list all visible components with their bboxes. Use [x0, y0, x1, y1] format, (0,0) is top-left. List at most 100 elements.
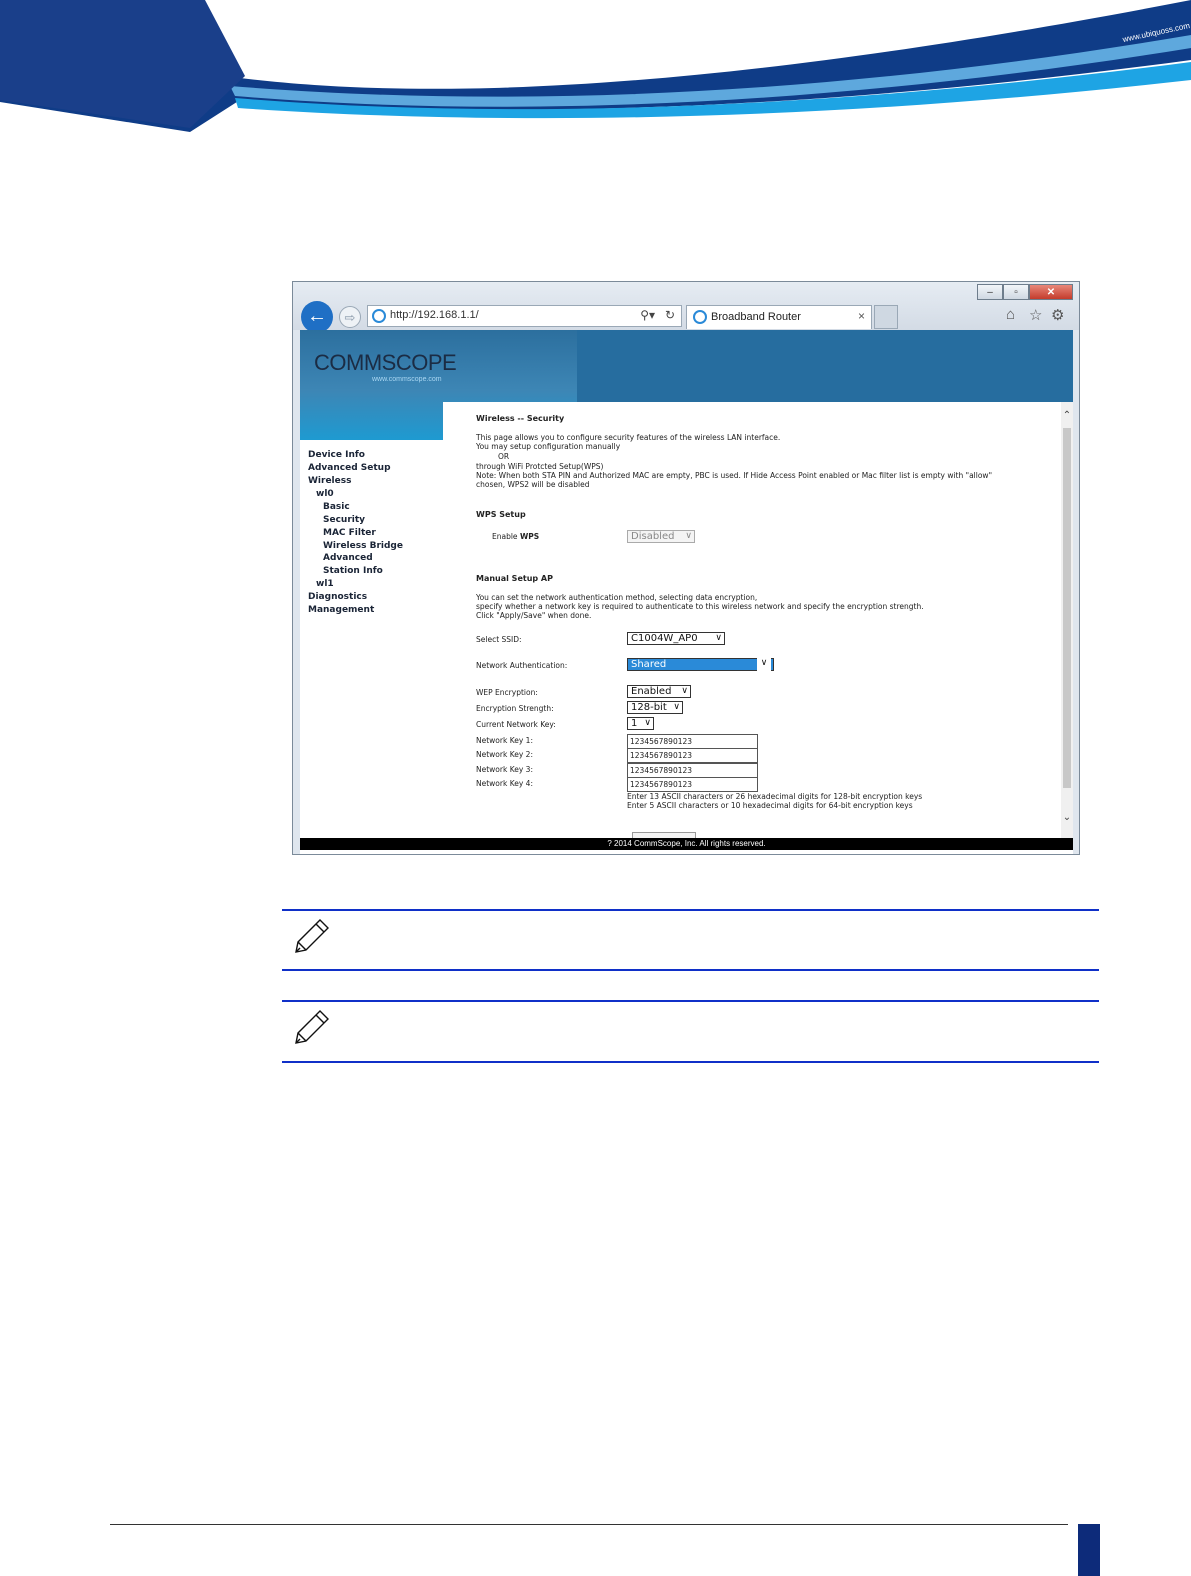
address-url: http://192.168.1.1/ [390, 309, 479, 321]
nav-advanced[interactable]: Advanced [323, 553, 373, 563]
scroll-up-icon[interactable]: ⌃ [1061, 410, 1073, 421]
maximize-button[interactable]: ▫ [1003, 284, 1029, 300]
wps-label-bold: WPS [519, 532, 540, 541]
nav-mac-filter[interactable]: MAC Filter [323, 528, 376, 538]
intro-line: through WiFi Protcted Setup(WPS) [476, 462, 604, 471]
back-button[interactable]: ← [301, 301, 333, 333]
network-key-4-input[interactable]: 1234567890123 [627, 777, 758, 792]
wep-value: Enabled [631, 686, 672, 697]
note-top-rule [282, 1000, 1099, 1002]
pencil-icon [295, 919, 329, 953]
network-key-1-label: Network Key 1: [476, 736, 533, 745]
nav-advanced-setup[interactable]: Advanced Setup [308, 463, 391, 473]
security-content: Wireless -- Security This page allows yo… [443, 402, 1061, 843]
key-hint-64: Enter 5 ASCII characters or 10 hexadecim… [627, 801, 913, 810]
manual-desc: Click "Apply/Save" when done. [476, 611, 592, 620]
nav-security[interactable]: Security [323, 515, 365, 525]
auth-value: Shared [631, 659, 667, 670]
logo-subtitle: www.commscope.com [372, 376, 442, 383]
minimize-button[interactable]: – [977, 284, 1003, 300]
chevron-down-icon: ∨ [685, 531, 692, 541]
network-key-4-label: Network Key 4: [476, 779, 533, 788]
scroll-down-icon[interactable]: ⌄ [1061, 812, 1073, 823]
wps-select: Disabled ∨ [627, 530, 695, 543]
ssid-select[interactable]: C1004W_AP0 ∨ [627, 632, 725, 645]
note-top-rule [282, 909, 1099, 911]
chevron-down-icon: ∨ [673, 702, 680, 713]
wep-select[interactable]: Enabled ∨ [627, 685, 691, 698]
strength-label: Encryption Strength: [476, 704, 554, 713]
network-key-1-input[interactable]: 1234567890123 [627, 734, 758, 749]
commscope-logo: COMMSCOPE [314, 350, 457, 375]
gear-icon[interactable]: ⚙ [1051, 306, 1064, 324]
browser-window: – ▫ ✕ ← ⇨ http://192.168.1.1/ ⚲▾ ↻ Broad… [292, 281, 1080, 855]
wep-label: WEP Encryption: [476, 688, 538, 697]
intro-note: Note: When both STA PIN and Authorized M… [476, 471, 993, 480]
address-bar[interactable]: http://192.168.1.1/ ⚲▾ ↻ [367, 305, 682, 327]
wps-heading: WPS Setup [476, 510, 526, 519]
ie-icon [372, 309, 386, 323]
network-key-2-input[interactable]: 1234567890123 [627, 748, 758, 763]
tab-close-icon[interactable]: × [858, 309, 865, 323]
intro-line: You may setup configuration manually [476, 442, 621, 451]
intro-line: OR [498, 452, 510, 461]
nav-wl0[interactable]: wl0 [316, 489, 334, 499]
network-key-2-label: Network Key 2: [476, 750, 533, 759]
nav-basic[interactable]: Basic [323, 502, 350, 512]
key-hint-128: Enter 13 ASCII characters or 26 hexadeci… [627, 792, 923, 801]
chevron-down-icon: ∨ [681, 686, 688, 696]
nav-wl1[interactable]: wl1 [316, 579, 334, 589]
pencil-icon [295, 1010, 329, 1044]
header-banner-art [0, 0, 1191, 132]
intro-line: This page allows you to configure securi… [476, 433, 781, 442]
auth-label: Network Authentication: [476, 661, 568, 670]
close-button[interactable]: ✕ [1029, 284, 1073, 300]
network-key-3-label: Network Key 3: [476, 765, 533, 774]
window-controls: – ▫ ✕ [977, 284, 1073, 301]
page-number-tab [1078, 1524, 1100, 1576]
nav-management[interactable]: Management [308, 605, 374, 615]
new-tab-button[interactable] [874, 305, 898, 329]
manual-heading: Manual Setup AP [476, 574, 553, 583]
wps-label-prefix: Enable [492, 532, 518, 541]
nav-wireless[interactable]: Wireless [308, 476, 351, 486]
strength-select[interactable]: 128-bit ∨ [627, 701, 683, 714]
ssid-label: Select SSID: [476, 635, 522, 644]
browser-titlebar: – ▫ ✕ ← ⇨ http://192.168.1.1/ ⚲▾ ↻ Broad… [293, 282, 1079, 333]
chevron-down-icon: ∨ [757, 658, 771, 671]
nav-wireless-bridge[interactable]: Wireless Bridge [323, 541, 403, 551]
manual-desc: You can set the network authentication m… [476, 593, 758, 602]
chevron-down-icon: ∨ [715, 633, 722, 643]
manual-desc: specify whether a network key is require… [476, 602, 924, 611]
search-icon[interactable]: ⚲▾ [640, 308, 655, 322]
tab-title: Broadband Router [711, 311, 801, 323]
auth-select[interactable]: Shared ∨ [627, 658, 774, 671]
ssid-value: C1004W_AP0 [631, 633, 698, 644]
network-key-3-input[interactable]: 1234567890123 [627, 763, 758, 778]
intro-note: chosen, WPS2 will be disabled [476, 480, 590, 489]
chevron-down-icon: ∨ [644, 718, 651, 728]
nav-station-info[interactable]: Station Info [323, 566, 383, 576]
wps-value: Disabled [631, 531, 675, 542]
forward-button[interactable]: ⇨ [339, 306, 361, 328]
arrow-left-icon: ← [307, 305, 327, 327]
ie-icon [693, 310, 707, 324]
note-bottom-rule [282, 969, 1099, 971]
page-viewport: COMMSCOPE www.commscope.com Device Info … [300, 330, 1073, 854]
nav-device-info[interactable]: Device Info [308, 450, 365, 460]
nav-diagnostics[interactable]: Diagnostics [308, 592, 367, 602]
note-bottom-rule [282, 1061, 1099, 1063]
page-footer-rule [110, 1524, 1068, 1525]
wps-label: Enable WPS [492, 532, 539, 541]
refresh-icon[interactable]: ↻ [665, 308, 675, 322]
scroll-thumb[interactable] [1063, 428, 1071, 788]
current-key-label: Current Network Key: [476, 720, 556, 729]
vertical-scrollbar[interactable]: ⌃ ⌄ [1061, 402, 1073, 838]
home-icon[interactable]: ⌂ [1006, 306, 1015, 323]
page-title: Wireless -- Security [476, 414, 565, 423]
star-icon[interactable]: ☆ [1029, 306, 1042, 324]
current-key-select[interactable]: 1 ∨ [627, 717, 654, 730]
tab-broadband-router[interactable]: Broadband Router × [686, 305, 872, 329]
sidebar-nav: Device Info Advanced Setup Wireless wl0 … [300, 440, 443, 840]
current-key-value: 1 [631, 718, 638, 729]
